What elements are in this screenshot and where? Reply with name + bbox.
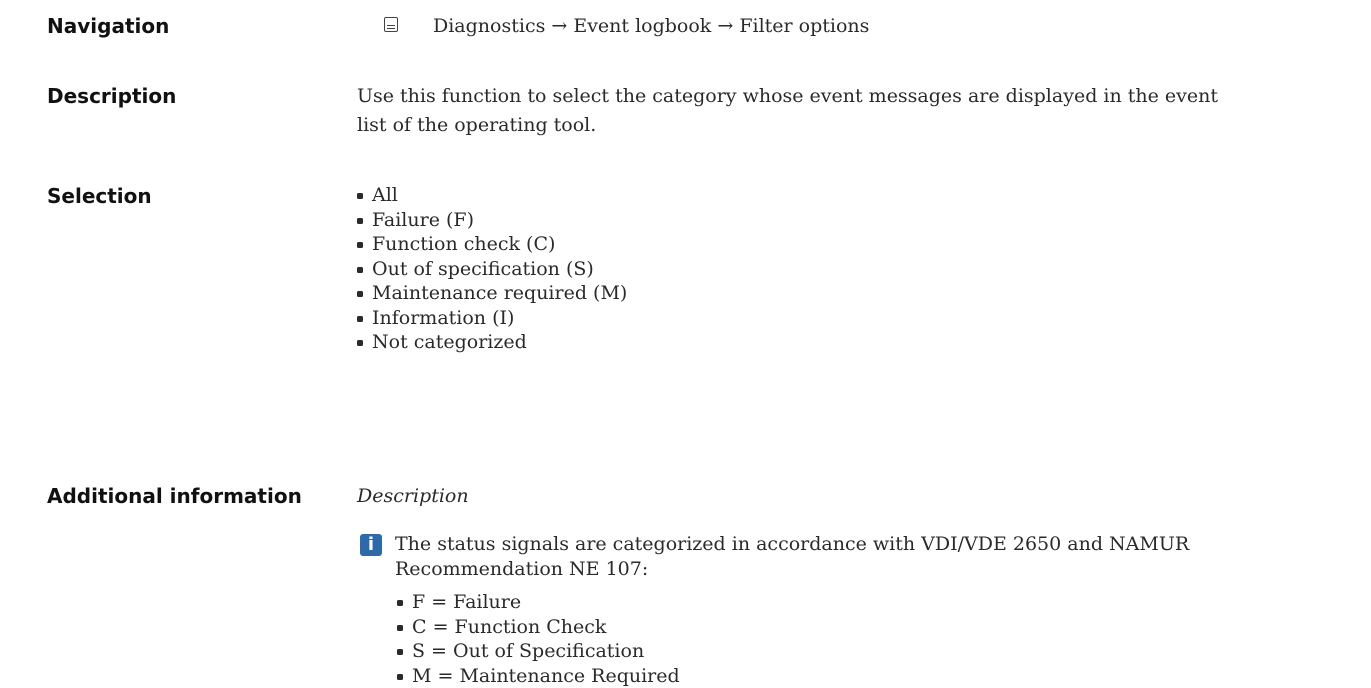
list-item: Out of specification (S)	[357, 257, 627, 282]
additional-subheading: Description	[357, 482, 469, 511]
list-item: Function check (C)	[357, 232, 627, 257]
status-code-list: F = Failure C = Function Check S = Out o…	[397, 590, 680, 688]
device-display-icon	[384, 17, 398, 32]
description-line-1: Use this function to select the category…	[357, 82, 1218, 111]
note-line-2: Recommendation NE 107:	[395, 555, 1189, 584]
navigation-label: Navigation	[47, 14, 169, 38]
list-item: Not categorized	[357, 330, 627, 355]
list-item: C = Function Check	[397, 615, 680, 640]
list-item: Maintenance required (M)	[357, 281, 627, 306]
description-label: Description	[47, 84, 176, 108]
selection-list: All Failure (F) Function check (C) Out o…	[357, 183, 627, 355]
list-item: M = Maintenance Required	[397, 664, 680, 688]
additional-information-label: Additional information	[47, 484, 302, 508]
list-item: Information (I)	[357, 306, 627, 331]
list-item: S = Out of Specification	[397, 639, 680, 664]
list-item: All	[357, 183, 627, 208]
list-item: F = Failure	[397, 590, 680, 615]
description-text: Use this function to select the category…	[357, 82, 1218, 140]
info-icon: i	[360, 534, 382, 556]
navigation-path: Diagnostics → Event logbook → Filter opt…	[433, 12, 869, 41]
list-item: Failure (F)	[357, 208, 627, 233]
note-text: The status signals are categorized in ac…	[395, 530, 1189, 584]
description-line-2: list of the operating tool.	[357, 111, 1218, 140]
selection-label: Selection	[47, 184, 152, 208]
